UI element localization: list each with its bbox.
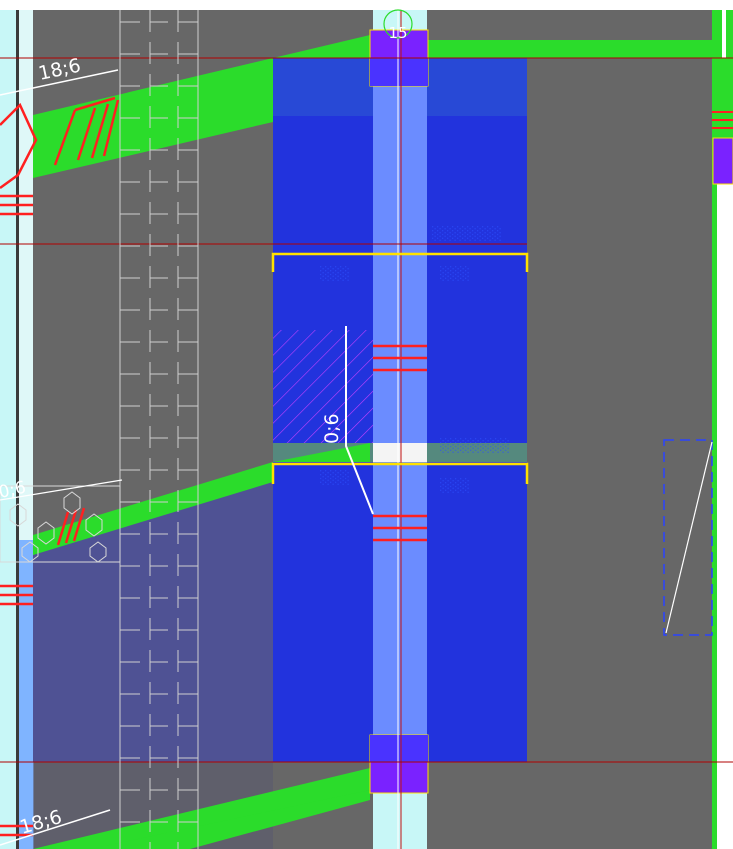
right-purple-block xyxy=(712,137,733,185)
svg-text:░░░: ░░░ xyxy=(320,265,350,282)
column-light-blue xyxy=(373,58,427,762)
left-wall-line xyxy=(16,10,19,849)
svg-text:░░░: ░░░ xyxy=(440,477,470,494)
column-top-cap-inner xyxy=(370,58,428,86)
left-wall-strip xyxy=(0,10,16,849)
column-white-gap xyxy=(373,443,427,462)
grid-marker-label: 15 xyxy=(388,24,407,42)
svg-text:░░░: ░░░ xyxy=(320,469,350,486)
cad-drawing-canvas[interactable]: 15 ░░░░░░░ ░░░ ░░░ ░░░░░░░ ░░░ ░░░ 18;6 … xyxy=(0,0,733,849)
svg-text:░░░░░░░: ░░░░░░░ xyxy=(440,437,510,454)
beam-top-right xyxy=(428,40,712,58)
dim-label-center: 0;6 xyxy=(321,413,343,444)
svg-text:░░░: ░░░ xyxy=(440,265,470,282)
right-wall-top-white xyxy=(722,10,726,58)
svg-text:░░░░░░░: ░░░░░░░ xyxy=(432,225,502,242)
top-white-border xyxy=(0,0,733,10)
column-bottom-cap-inner xyxy=(370,735,428,762)
right-wall-white xyxy=(717,180,733,849)
